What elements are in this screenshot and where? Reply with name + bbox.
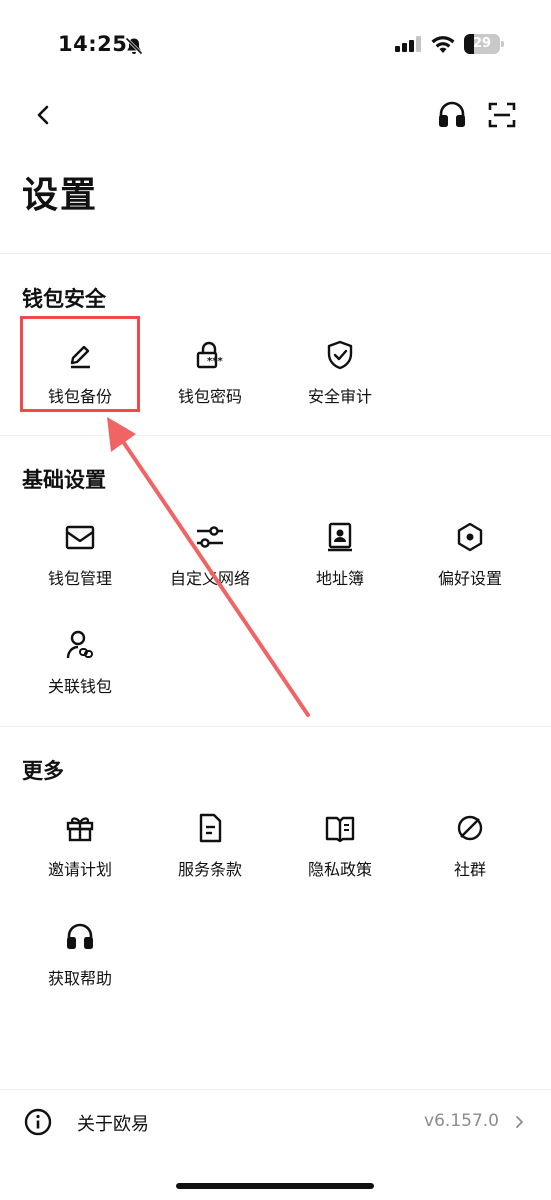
scan-icon[interactable]	[487, 100, 517, 130]
user-link-icon	[66, 630, 93, 659]
grid-item-label: 邀请计划	[47, 860, 112, 879]
chevron-left-icon[interactable]	[28, 100, 58, 130]
sliders-icon	[197, 526, 223, 548]
security-audit-button[interactable]: 安全审计	[275, 339, 405, 439]
wallet-management-button[interactable]: 钱包管理	[15, 521, 145, 621]
status-bar: 14:25 29	[0, 0, 551, 90]
wallet-icon	[65, 525, 95, 550]
custom-network-button[interactable]: 自定义网络	[145, 521, 275, 621]
lock-password-icon: ***	[196, 341, 223, 369]
headset-icon[interactable]	[436, 99, 468, 131]
get-help-button[interactable]: 获取帮助	[15, 921, 145, 1021]
shield-check-icon	[327, 340, 353, 370]
about-okx-row[interactable]: 关于欧易 v6.157.0	[0, 1090, 551, 1154]
divider	[0, 726, 551, 727]
contact-book-icon	[328, 522, 352, 552]
highlight-box	[20, 316, 140, 412]
grid-item-label: 获取帮助	[47, 969, 112, 988]
bell-off-icon	[125, 37, 143, 55]
about-label: 关于欧易	[77, 1114, 149, 1135]
divider	[0, 435, 551, 436]
divider	[0, 253, 551, 254]
gift-icon	[66, 817, 94, 842]
section-title-basic-settings: 基础设置	[22, 468, 106, 492]
chevron-right-icon	[516, 1116, 523, 1128]
grid-item-label: 地址簿	[315, 569, 364, 588]
battery-percent: 29	[472, 36, 492, 51]
grid-item-label: 隐私政策	[307, 860, 372, 879]
hexagon-settings-icon	[457, 522, 483, 552]
wifi-icon	[431, 36, 455, 53]
address-book-button[interactable]: 地址簿	[275, 521, 405, 621]
grid-item-label: 关联钱包	[47, 677, 112, 696]
cellular-signal-icon	[395, 36, 421, 52]
status-time: 14:25	[58, 32, 128, 56]
terms-of-service-button[interactable]: 服务条款	[145, 812, 275, 912]
grid-item-label: 自定义网络	[169, 569, 250, 588]
grid-item-label: 社群	[453, 860, 486, 879]
grid-item-label: 钱包密码	[177, 387, 242, 406]
document-icon	[199, 813, 222, 843]
grid-item-label: 偏好设置	[437, 569, 502, 588]
planet-icon	[457, 815, 483, 841]
info-icon	[24, 1108, 52, 1136]
grid-item-label: 钱包管理	[47, 569, 112, 588]
community-button[interactable]: 社群	[405, 812, 535, 912]
battery-indicator: 29	[464, 34, 504, 54]
section-title-more: 更多	[22, 759, 64, 783]
wallet-password-button[interactable]: *** 钱包密码	[145, 339, 275, 439]
invite-program-button[interactable]: 邀请计划	[15, 812, 145, 912]
headset-icon	[67, 923, 93, 949]
svg-text:***: ***	[207, 356, 223, 367]
book-icon	[325, 816, 355, 843]
section-title-wallet-security: 钱包安全	[22, 287, 106, 311]
preferences-button[interactable]: 偏好设置	[405, 521, 535, 621]
privacy-policy-button[interactable]: 隐私政策	[275, 812, 405, 912]
grid-item-label: 安全审计	[307, 387, 372, 406]
grid-item-label: 服务条款	[177, 860, 242, 879]
linked-wallets-button[interactable]: 关联钱包	[15, 629, 145, 729]
page-title: 设置	[22, 175, 99, 216]
app-version: v6.157.0	[424, 1111, 499, 1131]
home-indicator	[176, 1183, 374, 1189]
